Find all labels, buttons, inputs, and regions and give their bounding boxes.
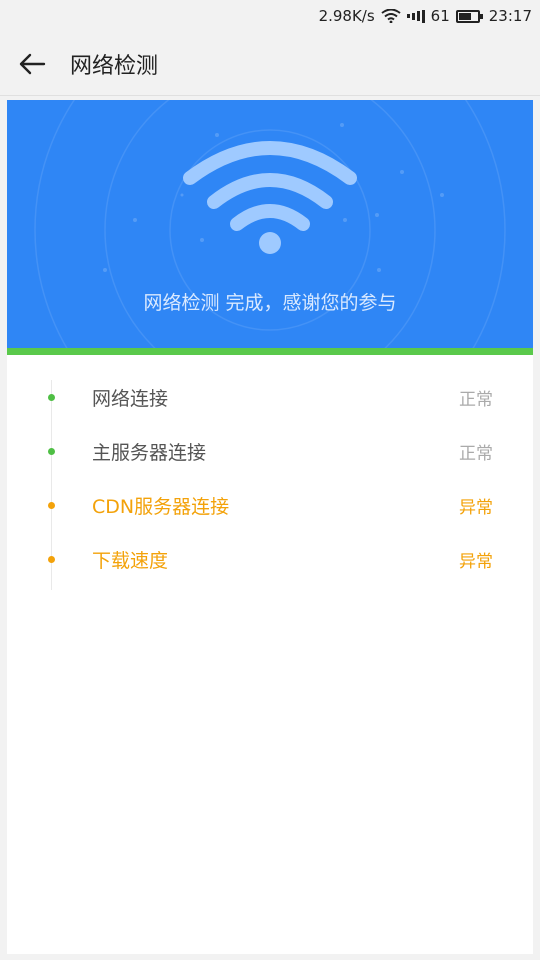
check-item-main-server: 主服务器连接 正常	[7, 424, 533, 478]
check-status: 正常	[459, 443, 493, 464]
signal-icon	[406, 9, 425, 23]
status-bar: 2.98K/s 61 23:17	[0, 0, 540, 32]
status-strip	[7, 348, 533, 355]
arrow-left-icon	[19, 53, 46, 74]
result-card: 网络检测 完成，感谢您的参与 网络连接 正常 主服务器连接 正常 CDN服务器连…	[7, 100, 533, 954]
page-title: 网络检测	[70, 53, 159, 79]
wifi-icon	[183, 141, 357, 254]
status-dot	[48, 501, 55, 509]
status-dot	[48, 447, 55, 455]
result-message: 网络检测 完成，感谢您的参与	[143, 292, 397, 314]
result-banner: 网络检测 完成，感谢您的参与	[7, 100, 533, 350]
check-item-cdn-server: CDN服务器连接 异常	[7, 478, 533, 532]
network-speed: 2.98K/s	[318, 7, 375, 25]
check-label: 主服务器连接	[92, 441, 207, 464]
check-label: CDN服务器连接	[92, 495, 230, 518]
check-status: 正常	[459, 389, 493, 410]
check-status: 异常	[459, 497, 493, 518]
check-status: 异常	[459, 551, 493, 572]
check-label: 网络连接	[92, 387, 169, 410]
clock: 23:17	[488, 7, 532, 25]
check-item-network: 网络连接 正常	[7, 370, 533, 424]
check-label: 下载速度	[92, 549, 169, 572]
check-list: 网络连接 正常 主服务器连接 正常 CDN服务器连接 异常 下载速度 异常	[7, 370, 533, 586]
check-item-download-speed: 下载速度 异常	[7, 532, 533, 586]
battery-icon	[455, 9, 483, 23]
app-bar: 网络检测	[0, 32, 540, 96]
wifi-status-icon	[381, 9, 401, 23]
status-dot	[48, 555, 55, 563]
back-button[interactable]	[0, 32, 64, 96]
status-dot	[48, 393, 55, 401]
battery-level: 61	[430, 7, 450, 25]
